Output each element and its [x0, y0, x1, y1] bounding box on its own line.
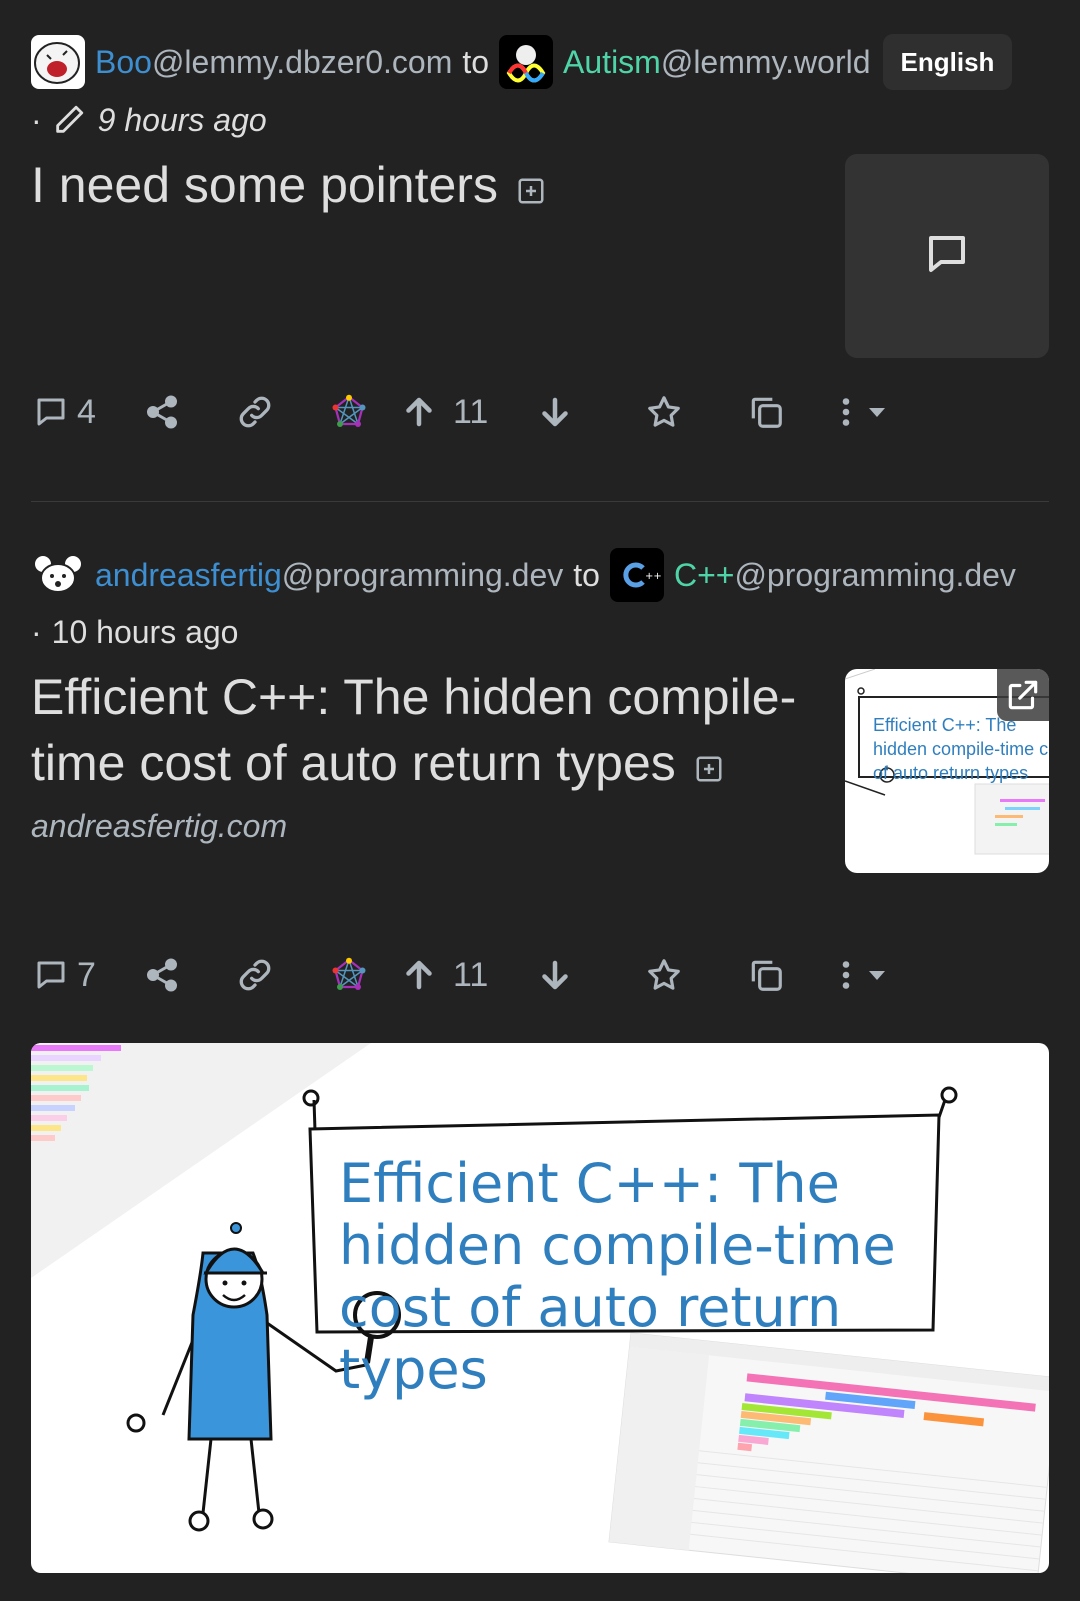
- save-button[interactable]: [645, 393, 683, 431]
- fediverse-button[interactable]: [331, 394, 367, 430]
- comment-icon: [33, 957, 69, 993]
- caret-down-icon: [865, 963, 889, 987]
- crosspost-button[interactable]: [747, 393, 785, 431]
- share-icon: [144, 957, 180, 993]
- language-badge: English: [882, 34, 1013, 90]
- edit-pencil-icon: [52, 103, 86, 137]
- save-button[interactable]: [645, 956, 683, 994]
- comment-bubble-icon: [923, 230, 971, 283]
- post-thumbnail-placeholder[interactable]: [845, 154, 1049, 358]
- external-link-icon[interactable]: [997, 669, 1049, 721]
- user-avatar[interactable]: [31, 548, 85, 602]
- downvote-button[interactable]: [537, 394, 573, 430]
- user-avatar[interactable]: [31, 35, 85, 89]
- to-label: to: [462, 44, 490, 80]
- separator-dot: ·: [31, 614, 42, 650]
- community-instance[interactable]: @programming.dev: [734, 553, 1015, 597]
- more-vertical-icon: [831, 957, 861, 993]
- more-menu-button[interactable]: [831, 394, 889, 430]
- post-time-row: · 9 hours ago: [31, 98, 1049, 142]
- author-name[interactable]: Boo: [95, 40, 152, 84]
- comment-count: 4: [77, 392, 96, 431]
- downvote-button[interactable]: [537, 957, 573, 993]
- link-button[interactable]: [235, 955, 275, 995]
- score: 11: [453, 392, 489, 431]
- comment-icon: [33, 394, 69, 430]
- crosspost-button[interactable]: [747, 956, 785, 994]
- arrow-down-icon: [537, 394, 573, 430]
- post-1: Boo @lemmy.dbzer0.com to Autism @lemmy.w…: [31, 34, 1049, 358]
- post-meta: Boo @lemmy.dbzer0.com to Autism @lemmy.w…: [31, 34, 1049, 90]
- arrow-up-icon: [401, 394, 437, 430]
- post-image[interactable]: Efficient C++: The hidden compile-time c…: [31, 1043, 1049, 1573]
- post-time-row: · 10 hours ago: [31, 610, 1049, 654]
- community-instance[interactable]: @lemmy.world: [661, 40, 871, 84]
- separator-dot: ·: [31, 102, 42, 138]
- fediverse-icon: [331, 394, 367, 430]
- post-meta: andreasfertig @programming.dev to ++ C++…: [31, 548, 1049, 602]
- post-title[interactable]: I need some pointers: [31, 152, 811, 222]
- author-name[interactable]: andreasfertig: [95, 553, 282, 597]
- upvote-button[interactable]: 11: [401, 393, 488, 432]
- fediverse-icon: [331, 957, 367, 993]
- upvote-button[interactable]: 11: [401, 956, 488, 995]
- post-title[interactable]: Efficient C++: The hidden compile-time c…: [31, 664, 811, 800]
- author-instance[interactable]: @programming.dev: [282, 553, 563, 597]
- post-time: 10 hours ago: [51, 614, 239, 650]
- more-vertical-icon: [831, 394, 861, 430]
- caret-down-icon: [865, 400, 889, 424]
- copy-icon: [747, 393, 785, 431]
- comment-count: 7: [77, 955, 96, 994]
- share-button[interactable]: [144, 957, 180, 993]
- star-icon: [645, 393, 683, 431]
- comments-button[interactable]: 4: [33, 393, 96, 432]
- link-button[interactable]: [235, 392, 275, 432]
- expand-icon[interactable]: [694, 734, 724, 800]
- expand-icon[interactable]: [516, 156, 546, 222]
- copy-icon: [747, 956, 785, 994]
- post-title-text[interactable]: Efficient C++: The hidden compile-time c…: [31, 669, 796, 791]
- fediverse-button[interactable]: [331, 957, 367, 993]
- more-menu-button[interactable]: [831, 957, 889, 993]
- post-divider: [31, 501, 1049, 502]
- author-instance[interactable]: @lemmy.dbzer0.com: [152, 40, 452, 84]
- community-name[interactable]: Autism: [563, 40, 661, 84]
- arrow-down-icon: [537, 957, 573, 993]
- arrow-up-icon: [401, 957, 437, 993]
- share-icon: [144, 394, 180, 430]
- svg-text:++: ++: [645, 571, 662, 582]
- community-avatar[interactable]: ++: [609, 548, 664, 602]
- post-title-text[interactable]: I need some pointers: [31, 157, 498, 213]
- post-image-title: Efficient C++: The hidden compile-time c…: [339, 1152, 896, 1401]
- post-time: 9 hours ago: [97, 102, 267, 138]
- post-1-actions: 4 11: [31, 387, 1049, 437]
- to-label: to: [573, 557, 600, 593]
- post-2-actions: 7 11: [31, 950, 1049, 1000]
- community-avatar[interactable]: [499, 35, 554, 89]
- score: 11: [453, 955, 489, 994]
- post-2: andreasfertig @programming.dev to ++ C++…: [31, 548, 1049, 873]
- post-thumbnail[interactable]: Efficient C++: The hidden compile-time c…: [845, 669, 1049, 873]
- star-icon: [645, 956, 683, 994]
- share-button[interactable]: [144, 394, 180, 430]
- community-name[interactable]: C++: [674, 553, 734, 597]
- comments-button[interactable]: 7: [33, 956, 96, 995]
- link-icon: [235, 955, 275, 995]
- link-icon: [235, 392, 275, 432]
- thumbnail-title: Efficient C++: The hidden compile-time c…: [873, 715, 1049, 783]
